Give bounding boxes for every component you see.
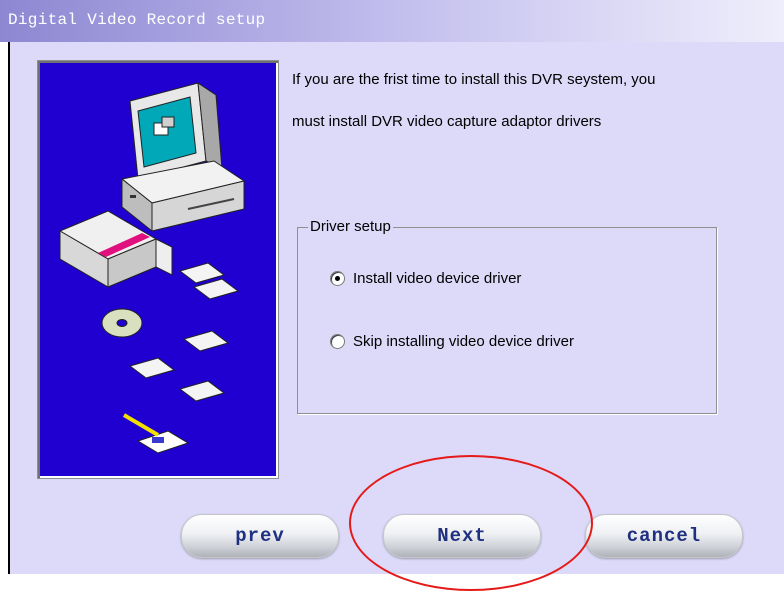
radio-skip-driver[interactable] — [330, 334, 345, 349]
driver-setup-legend: Driver setup — [308, 218, 393, 235]
driver-setup-group: Driver setup Install video device driver… — [297, 218, 717, 414]
cd-icon — [101, 308, 143, 338]
title-bar: Digital Video Record setup — [0, 0, 784, 42]
next-button-label: Next — [437, 525, 487, 547]
cancel-button[interactable]: cancel — [585, 514, 743, 558]
prev-button[interactable]: prev — [181, 514, 339, 558]
skip-driver-label[interactable]: Skip installing video device driver — [353, 333, 574, 350]
message-line-2: must install DVR video capture adaptor d… — [292, 113, 602, 130]
floppy-disk-icon — [128, 262, 240, 402]
setup-illustration — [37, 60, 279, 479]
message-line-1: If you are the frist time to install thi… — [292, 71, 656, 88]
cancel-button-label: cancel — [626, 525, 702, 547]
radio-install-driver[interactable] — [330, 271, 345, 286]
install-driver-option[interactable]: Install video device driver — [330, 270, 521, 287]
install-driver-label[interactable]: Install video device driver — [353, 270, 521, 287]
install-message: If you are the frist time to install thi… — [292, 70, 772, 132]
manual-icon — [122, 413, 190, 454]
wizard-panel: If you are the frist time to install thi… — [8, 42, 784, 574]
computer-install-illustration — [58, 81, 246, 454]
window-title: Digital Video Record setup — [8, 11, 266, 29]
skip-driver-option[interactable]: Skip installing video device driver — [330, 333, 574, 350]
next-button[interactable]: Next — [383, 514, 541, 558]
prev-button-label: prev — [235, 525, 285, 547]
